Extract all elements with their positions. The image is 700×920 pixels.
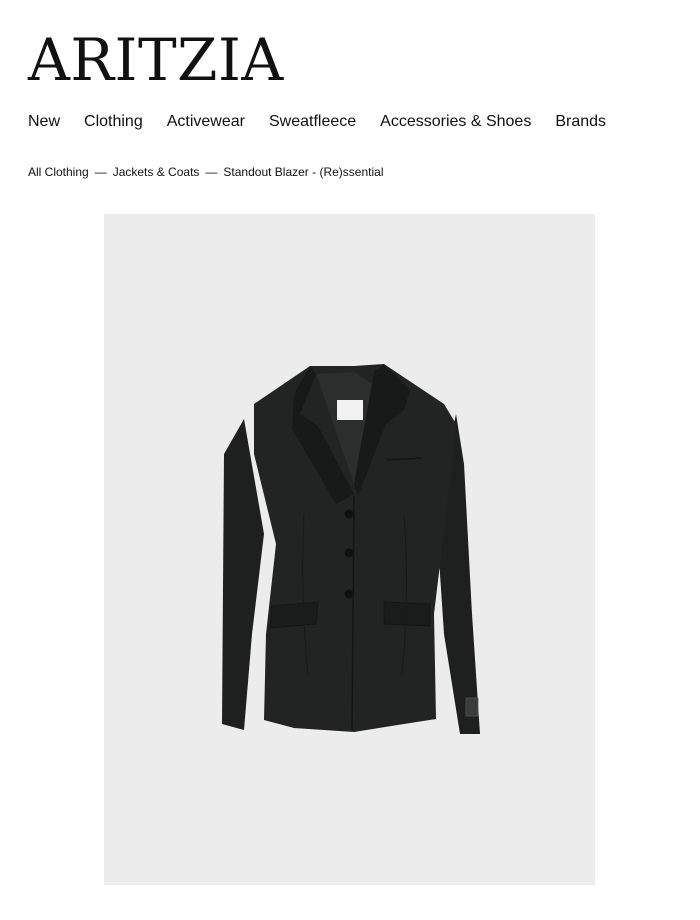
button xyxy=(344,589,354,599)
breadcrumb-separator: — xyxy=(94,165,107,179)
nav-item-activewear[interactable]: Activewear xyxy=(167,111,245,133)
button xyxy=(344,548,354,558)
sleeve-patch xyxy=(465,697,479,717)
breadcrumb-all-clothing[interactable]: All Clothing xyxy=(28,164,89,180)
main-nav: New Clothing Activewear Sweatfleece Acce… xyxy=(28,111,606,133)
nav-item-sweatfleece[interactable]: Sweatfleece xyxy=(269,111,356,133)
product-page: ARITZIA New Clothing Activewear Sweatfle… xyxy=(0,0,700,920)
breadcrumb: All Clothing — Jackets & Coats — Standou… xyxy=(28,164,383,180)
aritzia-logo[interactable]: ARITZIA xyxy=(28,28,284,92)
breadcrumb-separator: — xyxy=(205,165,218,179)
blazer-garment xyxy=(222,364,480,734)
nav-item-clothing[interactable]: Clothing xyxy=(84,111,143,133)
blazer-illustration xyxy=(222,364,480,734)
breadcrumb-current-product: Standout Blazer - (Re)ssential xyxy=(223,165,384,179)
nav-item-accessories-shoes[interactable]: Accessories & Shoes xyxy=(380,111,531,133)
nav-item-new[interactable]: New xyxy=(28,111,60,133)
breadcrumb-jackets-coats[interactable]: Jackets & Coats xyxy=(113,164,200,180)
button xyxy=(344,509,354,519)
product-image[interactable] xyxy=(104,214,595,885)
nav-item-brands[interactable]: Brands xyxy=(555,111,606,133)
collar-label xyxy=(337,400,363,420)
